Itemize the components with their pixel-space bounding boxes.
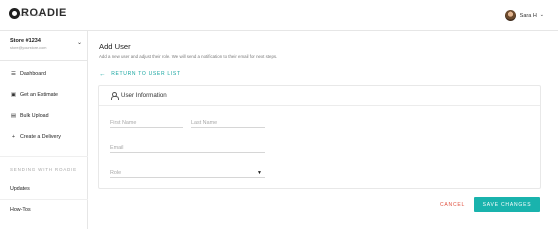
card-header: User Information [99,86,540,106]
email-field [110,144,265,153]
first-name-input[interactable] [110,119,183,127]
card-title: User Information [110,92,167,100]
first-name-field [110,119,183,128]
sidebar-item-get-an-estimate[interactable]: ▣ Get an Estimate [10,92,58,98]
arrow-left-icon: ← [99,70,107,78]
user-information-card: User Information ▼ [98,85,541,189]
store-selector[interactable]: Store #1234 store@yourstore.com [10,38,46,50]
back-link-label: RETURN TO USER LIST [111,71,181,77]
role-input[interactable] [110,169,265,177]
divider [0,199,88,200]
last-name-field [191,119,265,128]
role-select[interactable]: ▼ [110,169,265,178]
divider [0,60,88,61]
menu-icon: ☰ [11,71,16,77]
sidebar-item-how-tos[interactable]: How-Tos [10,207,31,213]
main-content: Add User Add a new user and adjust their… [88,31,558,229]
top-bar: ROADIE A UPS Company Sara H ⌄ [0,0,558,31]
cancel-button[interactable]: CANCEL [440,202,465,208]
avatar [504,10,516,21]
return-to-user-list-link[interactable]: ← RETURN TO USER LIST [99,70,181,78]
sidebar-item-dashboard[interactable]: ☰ Dashboard [10,71,46,77]
user-menu[interactable]: Sara H ⌄ [504,10,544,21]
save-changes-button[interactable]: SAVE CHANGES [474,197,540,212]
page-title: Add User [99,42,131,51]
plus-icon: + [11,134,16,140]
chevron-down-icon: ⌄ [539,12,544,18]
email-input[interactable] [110,144,265,152]
chevron-down-icon[interactable]: ⌄ [77,39,82,46]
calculator-icon: ▣ [10,92,17,98]
sidebar-item-label: Create a Delivery [20,134,61,140]
document-icon: ▤ [10,113,17,119]
last-name-input[interactable] [191,119,265,127]
section-label: SENDING WITH ROADIE [10,167,77,172]
card-title-label: User Information [121,92,167,99]
person-icon [110,92,119,100]
store-name: Store #1234 [10,38,41,44]
sidebar-item-label: Dashboard [20,71,46,77]
store-email: store@yourstore.com [10,46,47,50]
page-description: Add a new user and adjust their role. We… [99,54,278,59]
sidebar: Store #1234 store@yourstore.com ⌄ ☰ Dash… [0,31,88,229]
sidebar-item-updates[interactable]: Updates [10,186,30,192]
user-name: Sara H [519,12,537,19]
sidebar-item-label: Get an Estimate [20,92,58,98]
divider [0,156,88,157]
sidebar-item-bulk-upload[interactable]: ▤ Bulk Upload [10,113,49,119]
logo-mark-icon [9,8,20,19]
caret-down-icon: ▼ [257,170,262,176]
sidebar-item-create-a-delivery[interactable]: + Create a Delivery [10,134,61,140]
logo-subtitle: A UPS Company [20,13,43,17]
sidebar-item-label: Bulk Upload [20,113,49,119]
